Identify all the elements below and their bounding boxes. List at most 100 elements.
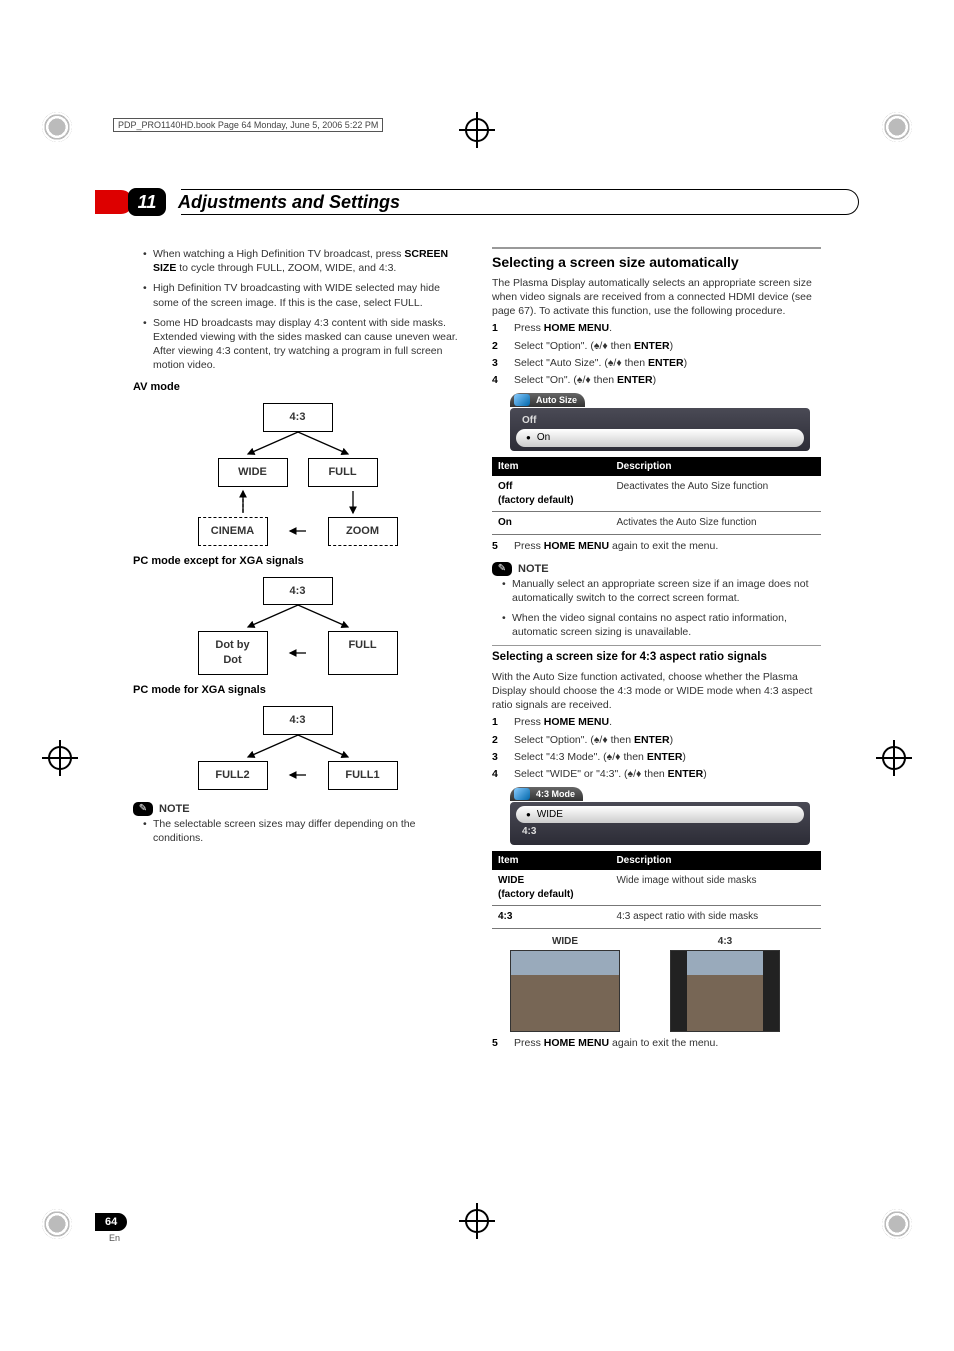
box-full: FULL [328, 631, 398, 675]
osd-option-wide-selected: WIDE [516, 806, 804, 824]
step-item: 1Press HOME MENU. [492, 321, 821, 335]
pc-mode-diagram-1: 4:3 Dot by Dot FULL [193, 577, 403, 676]
up-down-arrow-icon: ♠/♦ [594, 734, 608, 746]
list-item: When watching a High Definition TV broad… [143, 247, 462, 275]
reg-mark [42, 1209, 72, 1239]
4-3-mode-table: ItemDescription WIDE (factory default)Wi… [492, 851, 821, 929]
note-icon: ✎ [133, 802, 153, 816]
box-zoom: ZOOM [328, 517, 398, 546]
crop-mark [42, 740, 78, 776]
step-item: 2Select "Option". (♠/♦ then ENTER) [492, 733, 821, 747]
box-wide: WIDE [218, 458, 288, 487]
page-lang: En [109, 1233, 127, 1243]
step-item: 3Select "Auto Size". (♠/♦ then ENTER) [492, 356, 821, 370]
note-label: NOTE [518, 562, 549, 577]
pc-mode-heading-1: PC mode except for XGA signals [133, 554, 462, 569]
left-arrow-icon [288, 765, 308, 785]
box-full1: FULL1 [328, 761, 398, 790]
diagram-arrows [193, 605, 403, 631]
osd-option-4-3: 4:3 [516, 823, 804, 841]
osd-option-off: Off [516, 412, 804, 430]
note-list: The selectable screen sizes may differ d… [133, 817, 462, 845]
pdf-page-meta: PDP_PRO1140HD.book Page 64 Monday, June … [113, 118, 383, 132]
step-exit: 5Press HOME MENU again to exit the menu. [492, 539, 821, 553]
box-cinema: CINEMA [198, 517, 268, 546]
step-exit-2: 5Press HOME MENU again to exit the menu. [492, 1036, 821, 1050]
step-item: 1Press HOME MENU. [492, 715, 821, 729]
chapter-title: Adjustments and Settings [178, 192, 400, 213]
right-column: Selecting a screen size automatically Th… [492, 247, 821, 1053]
chapter-number: 11 [128, 188, 166, 216]
table-header: Item [492, 457, 610, 477]
list-item: Manually select an appropriate screen si… [502, 577, 821, 605]
thumb-wide [510, 950, 620, 1032]
note-header: ✎ NOTE [492, 562, 549, 577]
box-dot-by-dot: Dot by Dot [198, 631, 268, 675]
table-header: Description [610, 457, 821, 477]
section-intro: With the Auto Size function activated, c… [492, 670, 821, 713]
list-item: The selectable screen sizes may differ d… [143, 817, 462, 845]
step-item: 3Select "4:3 Mode". (♠/♦ then ENTER) [492, 750, 821, 764]
steps-4-3-mode: 1Press HOME MENU. 2Select "Option". (♠/♦… [492, 715, 821, 781]
up-down-arrow-icon: ♠/♦ [628, 768, 642, 780]
section-intro: The Plasma Display automatically selects… [492, 276, 821, 319]
thumb-4-3 [670, 950, 780, 1032]
crop-mark [876, 740, 912, 776]
diagram-arrows [193, 735, 403, 761]
step-item: 5Press HOME MENU again to exit the menu. [492, 539, 821, 553]
page-number-block: 64 En [95, 1212, 127, 1243]
av-mode-diagram: 4:3 WIDE FULL CINEMA ZOOM [193, 403, 403, 546]
av-mode-heading: AV mode [133, 380, 462, 395]
box-full2: FULL2 [198, 761, 268, 790]
left-arrow-icon [288, 521, 308, 541]
section-heading-auto-size: Selecting a screen size automatically [492, 247, 821, 272]
step-item: 5Press HOME MENU again to exit the menu. [492, 1036, 821, 1050]
sample-wide: WIDE [510, 935, 620, 1033]
box-4-3: 4:3 [263, 577, 333, 606]
osd-option-on-selected: On [516, 429, 804, 447]
list-item: Some HD broadcasts may display 4:3 conte… [143, 316, 462, 373]
table-row: OnActivates the Auto Size function [492, 512, 821, 535]
step-item: 4Select "On". (♠/♦ then ENTER) [492, 373, 821, 387]
osd-title: 4:3 Mode [510, 787, 583, 801]
note-icon: ✎ [492, 562, 512, 576]
section-heading-4-3-mode: Selecting a screen size for 4:3 aspect r… [492, 645, 821, 666]
page-number: 64 [95, 1213, 127, 1231]
step-item: 2Select "Option". (♠/♦ then ENTER) [492, 339, 821, 353]
reg-mark [882, 1209, 912, 1239]
table-row: WIDE (factory default)Wide image without… [492, 870, 821, 906]
list-item: High Definition TV broadcasting with WID… [143, 281, 462, 309]
hd-bullets: When watching a High Definition TV broad… [133, 247, 462, 372]
chapter-header: 11 Adjustments and Settings [95, 188, 859, 215]
box-4-3: 4:3 [263, 706, 333, 735]
diagram-arrows [193, 432, 403, 458]
auto-size-table: ItemDescription Off (factory default)Dea… [492, 457, 821, 535]
up-down-arrow-icon: ♠/♦ [594, 340, 608, 352]
osd-4-3-mode: 4:3 Mode WIDE 4:3 [510, 787, 810, 845]
note-header: ✎ NOTE [133, 802, 190, 817]
diagram-arrows [193, 487, 403, 517]
aspect-samples: WIDE 4:3 [510, 935, 821, 1033]
reg-mark [882, 112, 912, 142]
pc-mode-heading-2: PC mode for XGA signals [133, 683, 462, 698]
up-down-arrow-icon: ♠/♦ [577, 374, 591, 386]
left-column: When watching a High Definition TV broad… [133, 247, 462, 1053]
steps-auto-size: 1Press HOME MENU. 2Select "Option". (♠/♦… [492, 321, 821, 387]
note-list: Manually select an appropriate screen si… [492, 577, 821, 640]
box-4-3: 4:3 [263, 403, 333, 432]
step-item: 4Select "WIDE" or "4:3". (♠/♦ then ENTER… [492, 767, 821, 781]
reg-mark [42, 112, 72, 142]
osd-title: Auto Size [510, 393, 585, 407]
table-row: Off (factory default)Deactivates the Aut… [492, 476, 821, 512]
up-down-arrow-icon: ♠/♦ [608, 357, 622, 369]
page: PDP_PRO1140HD.book Page 64 Monday, June … [95, 108, 859, 1243]
table-header: Description [610, 851, 821, 871]
up-down-arrow-icon: ♠/♦ [607, 751, 621, 763]
pc-mode-diagram-2: 4:3 FULL2 FULL1 [193, 706, 403, 790]
box-full: FULL [308, 458, 378, 487]
list-item: When the video signal contains no aspect… [502, 611, 821, 639]
left-arrow-icon [288, 643, 308, 663]
osd-auto-size: Auto Size Off On [510, 393, 810, 451]
table-row: 4:34:3 aspect ratio with side masks [492, 906, 821, 929]
table-header: Item [492, 851, 610, 871]
